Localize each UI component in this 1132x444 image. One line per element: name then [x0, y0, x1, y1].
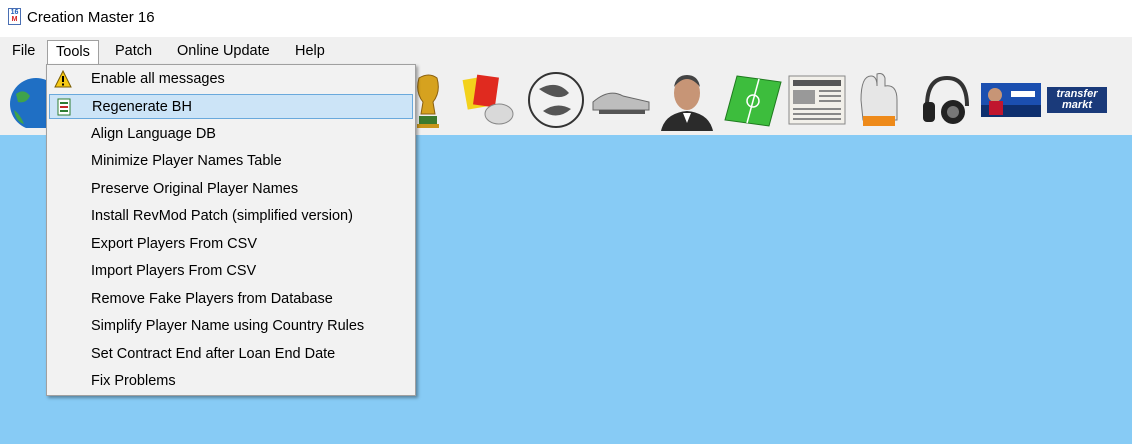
window-title: Creation Master 16 [27, 9, 155, 26]
menu-item-install-revmod-patch[interactable]: Install RevMod Patch (simplified version… [49, 204, 413, 229]
title-bar: 16 M Creation Master 16 [0, 0, 1132, 37]
menu-patch[interactable]: Patch [107, 40, 160, 62]
menu-item-align-language-db[interactable]: Align Language DB [49, 122, 413, 147]
menu-item-remove-fake-players[interactable]: Remove Fake Players from Database [49, 287, 413, 312]
world-cup-trophy-icon[interactable] [412, 69, 444, 131]
menu-tools[interactable]: Tools [47, 40, 99, 65]
referee-cards-icon[interactable] [460, 69, 520, 131]
menu-help[interactable]: Help [287, 40, 333, 62]
manager-portrait-icon[interactable] [656, 69, 718, 131]
menu-online-update[interactable]: Online Update [169, 40, 278, 62]
fifa-cover-icon[interactable] [980, 69, 1042, 131]
menu-item-set-contract-end[interactable]: Set Contract End after Loan End Date [49, 342, 413, 367]
goalkeeper-gloves-icon[interactable] [852, 69, 914, 131]
menu-item-preserve-original-player-names[interactable]: Preserve Original Player Names [49, 177, 413, 202]
app-icon: 16 M [8, 8, 21, 25]
newspaper-icon[interactable] [786, 69, 848, 131]
menu-file[interactable]: File [4, 40, 43, 62]
warning-icon [54, 69, 72, 88]
menu-item-simplify-player-name[interactable]: Simplify Player Name using Country Rules [49, 314, 413, 339]
pitch-icon[interactable] [722, 69, 784, 131]
football-icon[interactable] [526, 69, 586, 131]
headphones-icon[interactable] [918, 69, 976, 131]
menu-item-regenerate-bh[interactable]: Regenerate BH [49, 94, 413, 119]
transfermarkt-icon[interactable]: transfer markt [1046, 69, 1108, 131]
menu-bar: File Tools Patch Online Update Help [0, 37, 1132, 65]
tools-dropdown-menu: Enable all messages Regenerate BH Align … [46, 64, 416, 396]
menu-item-enable-all-messages[interactable]: Enable all messages [49, 67, 413, 92]
menu-item-export-players-csv[interactable]: Export Players From CSV [49, 232, 413, 257]
menu-item-fix-problems[interactable]: Fix Problems [49, 369, 413, 394]
regenerate-icon [55, 98, 73, 116]
football-boots-icon[interactable] [590, 69, 652, 131]
menu-item-minimize-player-names-table[interactable]: Minimize Player Names Table [49, 149, 413, 174]
globe-icon[interactable] [6, 69, 46, 131]
menu-item-import-players-csv[interactable]: Import Players From CSV [49, 259, 413, 284]
